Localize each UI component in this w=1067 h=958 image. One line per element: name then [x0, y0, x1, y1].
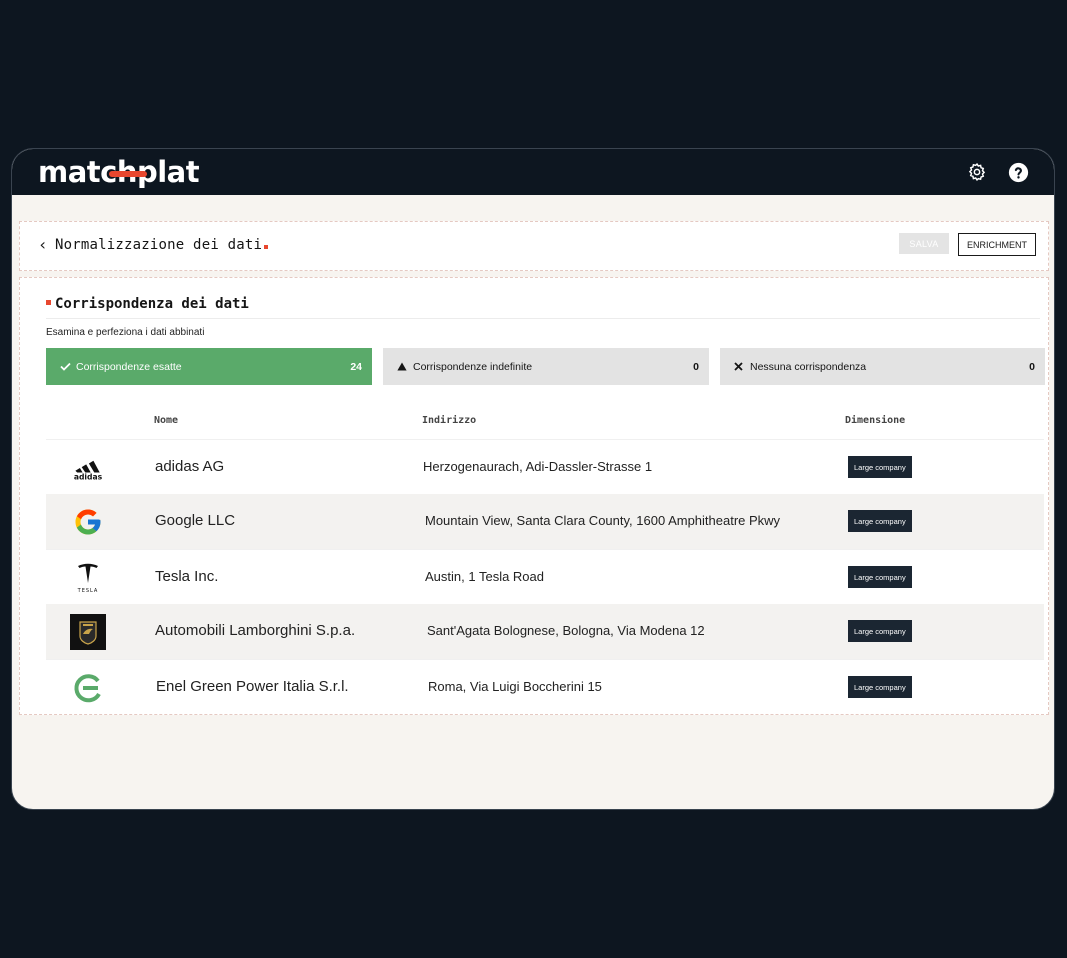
size-badge: Large company	[848, 566, 912, 588]
tab-label: Nessuna corrispondenza	[750, 360, 867, 373]
company-name: Enel Green Power Italia S.r.l.	[156, 678, 349, 695]
tesla-logo-text: TESLA	[77, 588, 99, 594]
column-header-size[interactable]: Dimensione	[845, 415, 905, 426]
column-header-address[interactable]: Indirizzo	[422, 415, 476, 426]
logo-accent-bar	[109, 171, 147, 177]
adidas-logo: adidas	[70, 450, 106, 486]
table-row[interactable]: adidas adidas AG Herzogenaurach, Adi-Das…	[46, 439, 1044, 494]
tab-count: 0	[693, 360, 699, 373]
tesla-logo: TESLA	[70, 560, 106, 596]
table-row[interactable]: Enel Green Power Italia S.r.l. Roma, Via…	[46, 659, 1044, 714]
column-header-name[interactable]: Nome	[154, 415, 178, 426]
close-icon	[734, 362, 746, 371]
size-badge: Large company	[848, 456, 912, 478]
gear-icon[interactable]	[965, 160, 989, 184]
data-matching-panel: Corrispondenza dei dati Esamina e perfez…	[19, 277, 1049, 715]
warning-icon	[397, 362, 409, 371]
enel-green-power-logo	[70, 670, 106, 706]
table-row[interactable]: Automobili Lamborghini S.p.a. Sant'Agata…	[46, 604, 1044, 659]
check-icon	[60, 362, 72, 371]
tab-exact-matches[interactable]: Corrispondenze esatte 24	[46, 348, 372, 385]
back-chevron-icon[interactable]: ‹	[38, 235, 48, 254]
company-address: Roma, Via Luigi Boccherini 15	[428, 679, 602, 694]
company-address: Mountain View, Santa Clara County, 1600 …	[425, 513, 781, 528]
company-name: adidas AG	[155, 458, 225, 475]
app-window: matchplat ‹ Normalizzazione dei dati SAL…	[11, 148, 1055, 810]
page-title-text: Normalizzazione dei dati	[55, 237, 263, 253]
tab-label: Corrispondenze esatte	[76, 360, 182, 373]
company-address: Herzogenaurach, Adi-Dassler-Strasse 1	[423, 459, 653, 474]
size-badge: Large company	[848, 676, 912, 698]
top-navbar: matchplat	[12, 149, 1054, 195]
tab-count: 0	[1029, 360, 1035, 373]
company-address: Austin, 1 Tesla Road	[425, 569, 544, 584]
help-icon[interactable]	[1006, 160, 1030, 184]
company-name: Google LLC	[155, 512, 236, 529]
divider	[46, 318, 1040, 319]
page-title: Normalizzazione dei dati	[55, 237, 269, 253]
enrichment-button[interactable]: ENRICHMENT	[958, 233, 1036, 256]
section-title-text: Corrispondenza dei dati	[55, 296, 249, 312]
section-subtitle: Esamina e perfeziona i dati abbinati	[46, 327, 205, 338]
tab-count: 24	[350, 360, 362, 373]
section-title: Corrispondenza dei dati	[46, 296, 249, 312]
section-accent-square	[46, 300, 51, 305]
table-row[interactable]: TESLA Tesla Inc. Austin, 1 Tesla Road La…	[46, 549, 1044, 604]
size-badge: Large company	[848, 620, 912, 642]
tab-undefined-matches[interactable]: Corrispondenze indefinite 0	[383, 348, 709, 385]
company-name: Automobili Lamborghini S.p.a.	[155, 622, 356, 639]
adidas-logo-text: adidas	[74, 473, 103, 482]
size-badge: Large company	[848, 510, 912, 532]
tab-no-matches[interactable]: Nessuna corrispondenza 0	[720, 348, 1045, 385]
title-accent-dot	[264, 245, 269, 249]
table-row[interactable]: Google LLC Mountain View, Santa Clara Co…	[46, 494, 1044, 549]
tab-label: Corrispondenze indefinite	[413, 360, 533, 373]
google-logo	[70, 504, 106, 540]
lamborghini-logo	[70, 614, 106, 650]
company-address: Sant'Agata Bolognese, Bologna, Via Moden…	[427, 623, 705, 638]
company-name: Tesla Inc.	[155, 568, 219, 585]
page-header-panel: ‹ Normalizzazione dei dati SALVA ENRICHM…	[19, 221, 1049, 271]
save-button[interactable]: SALVA	[899, 233, 949, 254]
